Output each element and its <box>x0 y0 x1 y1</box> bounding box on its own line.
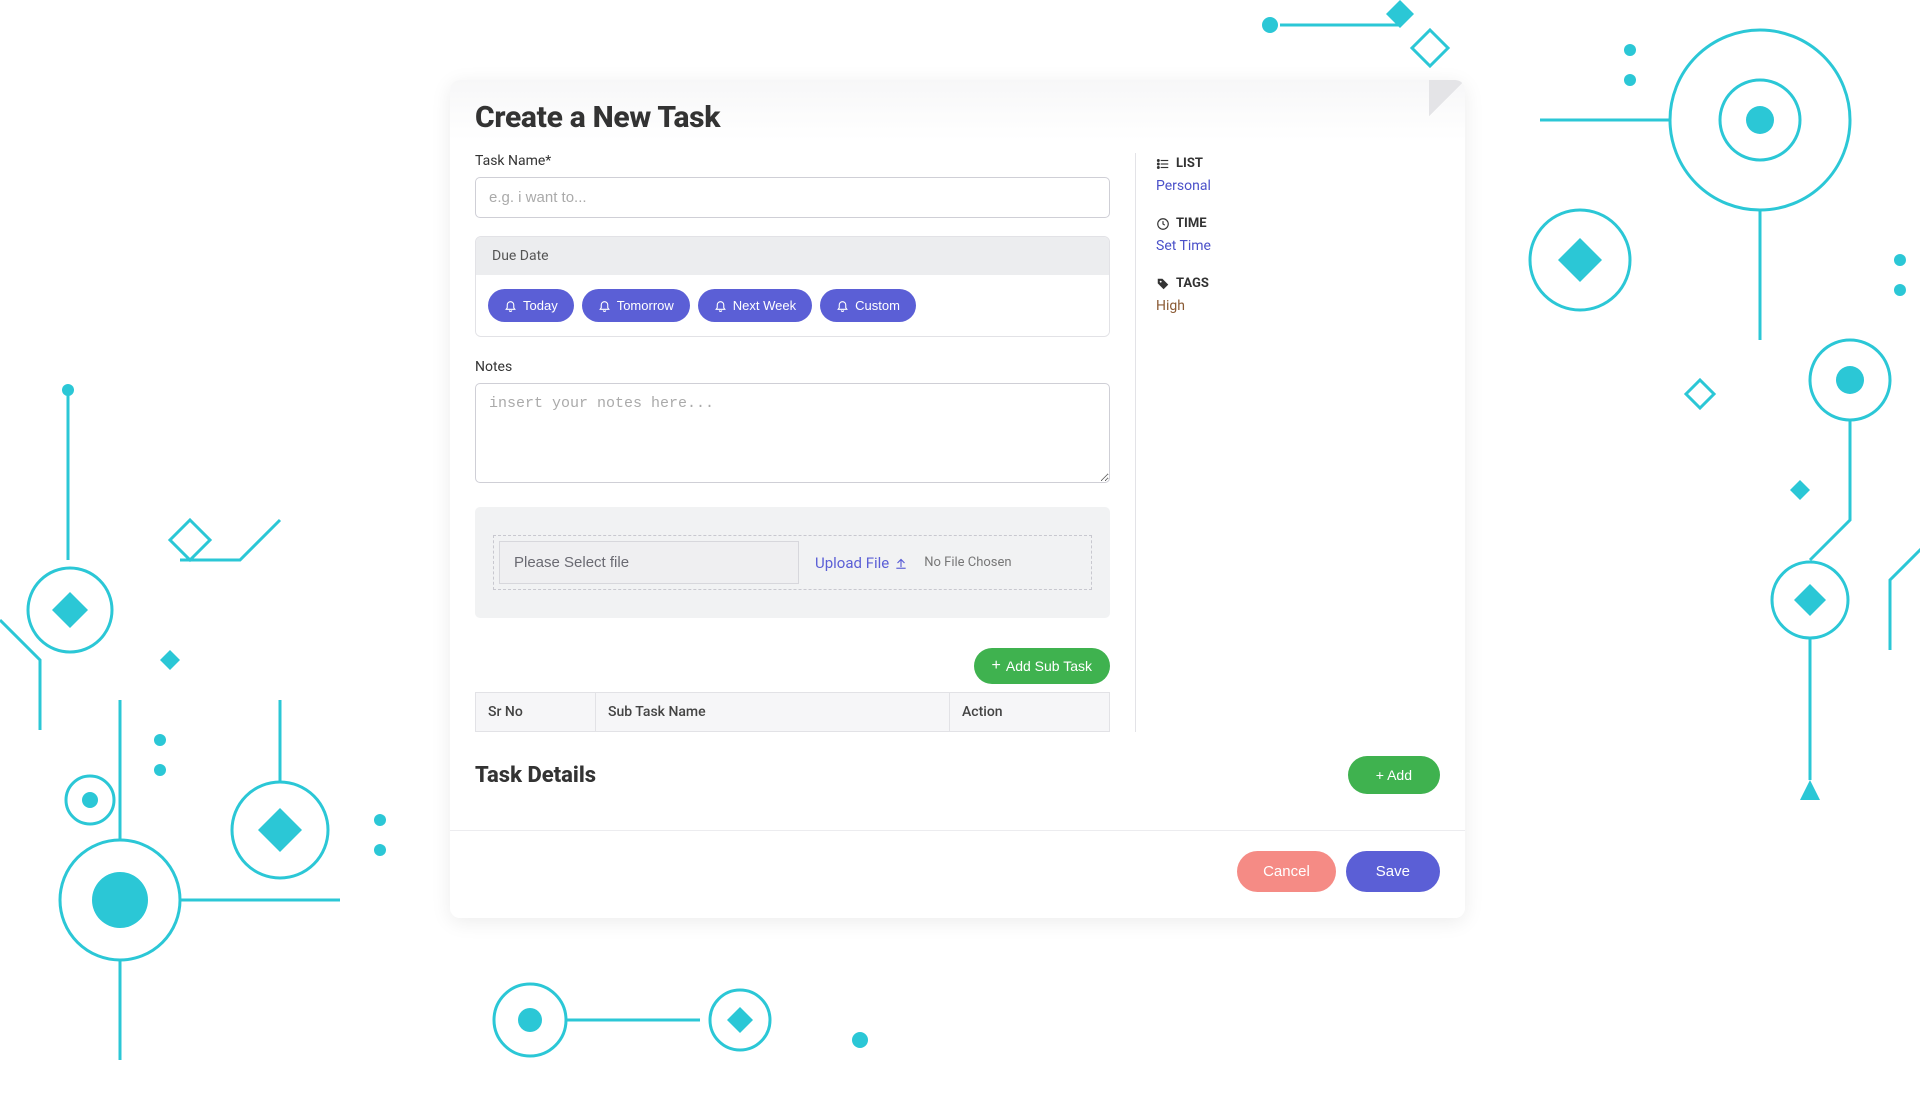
select-file-button[interactable]: Please Select file <box>499 541 799 584</box>
bell-icon <box>598 299 611 312</box>
main-column: Task Name* Due Date Today Tomorrow Nex <box>475 153 1135 732</box>
task-details-section: Task Details + Add <box>450 732 1465 794</box>
col-action: Action <box>950 693 1110 732</box>
upload-icon <box>894 556 908 570</box>
task-details-title: Task Details <box>475 763 596 788</box>
sidebar-time-value[interactable]: Set Time <box>1156 238 1211 254</box>
sidebar-tags-label-text: TAGS <box>1176 276 1209 291</box>
due-date-section: Due Date Today Tomorrow Next Week <box>475 236 1110 337</box>
subtask-table: Sr No Sub Task Name Action <box>475 692 1110 732</box>
add-task-detail-button[interactable]: + Add <box>1348 756 1440 794</box>
bell-icon <box>714 299 727 312</box>
table-header-row: Sr No Sub Task Name Action <box>476 693 1110 732</box>
add-sub-task-button[interactable]: + Add Sub Task <box>974 648 1110 684</box>
modal-footer: Cancel Save <box>450 830 1465 898</box>
upload-section: Please Select file Upload File No File C… <box>475 507 1110 618</box>
due-date-header: Due Date <box>476 237 1109 275</box>
bell-icon <box>504 299 517 312</box>
due-tomorrow-label: Tomorrow <box>617 298 674 313</box>
list-icon <box>1156 157 1170 171</box>
due-today-button[interactable]: Today <box>488 289 574 322</box>
due-custom-button[interactable]: Custom <box>820 289 916 322</box>
upload-file-link[interactable]: Upload File <box>815 554 908 572</box>
create-task-modal: Create a New Task Task Name* Due Date To… <box>450 80 1465 918</box>
plus-icon: + <box>992 658 1001 674</box>
sidebar-list-label: LIST <box>1156 156 1440 171</box>
task-name-input[interactable] <box>475 177 1110 218</box>
background-decoration-bottom <box>440 960 1040 1100</box>
modal-title: Create a New Task <box>450 80 1465 153</box>
tag-icon <box>1156 277 1170 291</box>
no-file-chosen-text: No File Chosen <box>924 555 1011 570</box>
upload-file-label: Upload File <box>815 554 889 572</box>
sidebar-list-label-text: LIST <box>1176 156 1203 171</box>
due-tomorrow-button[interactable]: Tomorrow <box>582 289 690 322</box>
due-next-week-label: Next Week <box>733 298 796 313</box>
task-name-label: Task Name* <box>475 153 1110 169</box>
cancel-button[interactable]: Cancel <box>1237 851 1336 892</box>
sidebar-time-label: TIME <box>1156 216 1440 231</box>
add-task-detail-label: + Add <box>1376 767 1412 783</box>
notes-label: Notes <box>475 359 1110 375</box>
sidebar-tags-value[interactable]: High <box>1156 298 1185 314</box>
dogear-decoration <box>1429 80 1465 116</box>
due-custom-label: Custom <box>855 298 900 313</box>
clock-icon <box>1156 217 1170 231</box>
col-sub-task-name: Sub Task Name <box>596 693 950 732</box>
due-next-week-button[interactable]: Next Week <box>698 289 812 322</box>
col-sr-no: Sr No <box>476 693 596 732</box>
save-button[interactable]: Save <box>1346 851 1440 892</box>
background-decoration-left <box>0 180 500 1080</box>
sidebar-time-label-text: TIME <box>1176 216 1207 231</box>
add-sub-task-label: Add Sub Task <box>1006 658 1092 674</box>
bell-icon <box>836 299 849 312</box>
due-today-label: Today <box>523 298 558 313</box>
sidebar-tags-label: TAGS <box>1156 276 1440 291</box>
sidebar-list-value[interactable]: Personal <box>1156 178 1211 194</box>
sidebar-column: LIST Personal TIME Set Time TAGS High <box>1135 153 1440 732</box>
notes-textarea[interactable] <box>475 383 1110 483</box>
